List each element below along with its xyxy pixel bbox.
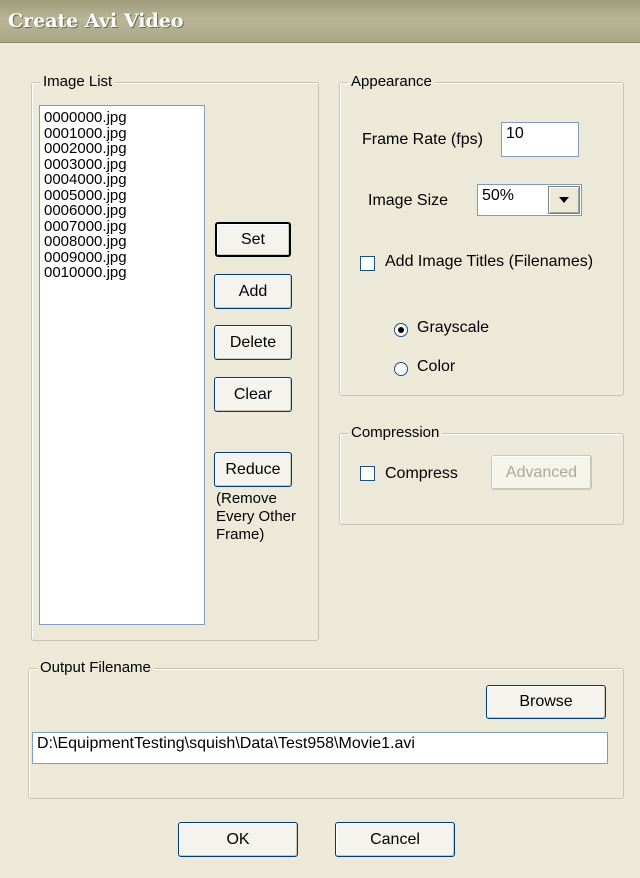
frame-rate-input[interactable]: 10 xyxy=(501,122,579,157)
image-size-value: 50% xyxy=(482,187,515,204)
image-size-label: Image Size xyxy=(368,192,449,209)
grayscale-radio[interactable] xyxy=(394,323,408,337)
add-titles-checkbox[interactable] xyxy=(360,256,375,271)
image-list-legend: Image List xyxy=(40,73,116,91)
list-item[interactable]: 0010000.jpg xyxy=(40,265,204,281)
appearance-legend: Appearance xyxy=(348,73,435,91)
add-button[interactable]: Add xyxy=(214,274,292,309)
add-titles-label: Add Image Titles (Filenames) xyxy=(385,253,594,270)
list-item[interactable]: 0000000.jpg xyxy=(40,110,204,126)
color-radio[interactable] xyxy=(394,362,408,376)
frame-rate-label: Frame Rate (fps) xyxy=(362,131,483,148)
list-item[interactable]: 0005000.jpg xyxy=(40,187,204,204)
browse-button[interactable]: Browse xyxy=(486,685,606,719)
reduce-note-line: (Remove xyxy=(216,490,277,507)
cancel-button[interactable]: Cancel xyxy=(335,822,455,857)
ok-button[interactable]: OK xyxy=(178,822,298,857)
list-item[interactable]: 0008000.jpg xyxy=(40,234,204,250)
radio-selected-dot xyxy=(398,327,404,333)
list-item[interactable]: 0001000.jpg xyxy=(40,125,204,142)
clear-button[interactable]: Clear xyxy=(214,377,292,412)
list-item[interactable]: 0006000.jpg xyxy=(40,203,204,219)
list-item[interactable]: 0009000.jpg xyxy=(40,249,204,266)
list-item[interactable]: 0004000.jpg xyxy=(40,172,204,188)
list-item[interactable]: 0003000.jpg xyxy=(40,156,204,173)
grayscale-label: Grayscale xyxy=(417,319,490,336)
set-button[interactable]: Set xyxy=(215,222,291,257)
output-filename-legend: Output Filename xyxy=(37,659,154,677)
list-item[interactable]: 0007000.jpg xyxy=(40,218,204,235)
reduce-note-line: Every Other xyxy=(216,508,297,525)
compress-label: Compress xyxy=(385,465,458,482)
reduce-note-line: Frame) xyxy=(216,526,265,543)
color-label: Color xyxy=(417,358,456,375)
reduce-button[interactable]: Reduce xyxy=(214,452,292,487)
compression-legend: Compression xyxy=(348,424,443,442)
image-size-dropdown-button[interactable] xyxy=(548,186,580,214)
title-bar: Create Avi Video xyxy=(0,0,640,43)
appearance-group: Appearance xyxy=(339,73,624,396)
list-item[interactable]: 0002000.jpg xyxy=(40,141,204,157)
delete-button[interactable]: Delete xyxy=(214,325,292,360)
compress-checkbox[interactable] xyxy=(360,466,375,481)
image-listbox[interactable]: 0000000.jpg 0001000.jpg 0002000.jpg 0003000… xyxy=(39,105,205,625)
advanced-button[interactable]: Advanced xyxy=(491,455,592,490)
chevron-down-icon xyxy=(559,197,569,203)
reduce-note: (Remove Every Other Frame) xyxy=(216,490,296,544)
window-title: Create Avi Video xyxy=(8,10,184,32)
output-filename-input[interactable]: D:\EquipmentTesting\squish\Data\Test958\… xyxy=(32,732,608,764)
